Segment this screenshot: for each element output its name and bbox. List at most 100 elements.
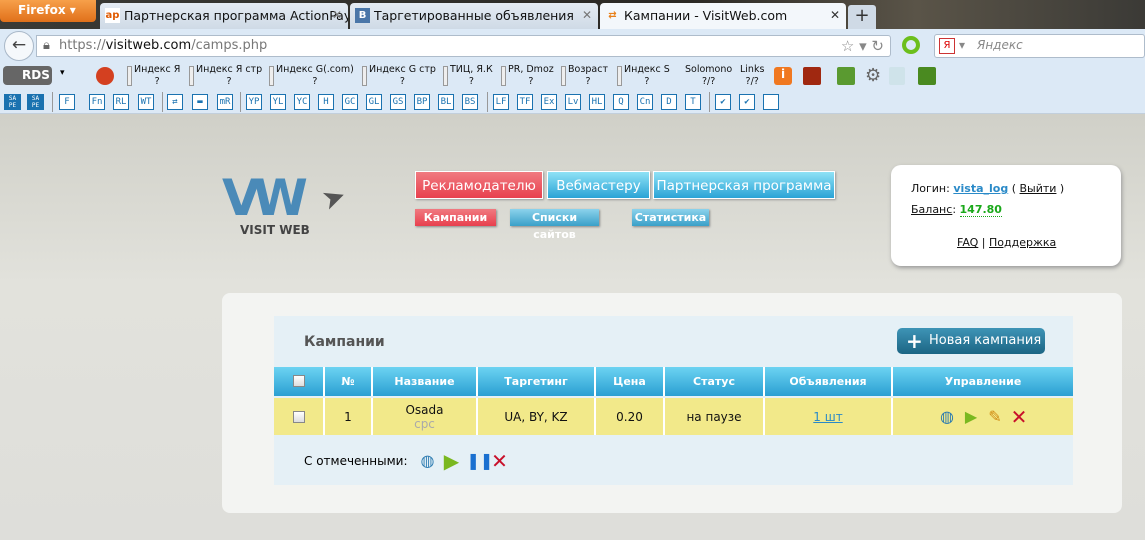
back-button[interactable]: ← [4, 31, 34, 61]
close-icon[interactable]: ✕ [830, 8, 840, 22]
logout-link[interactable]: Выйти [1020, 182, 1057, 195]
toolbar-button[interactable] [763, 94, 779, 110]
toolbar-button[interactable]: YP [246, 94, 262, 110]
toolbar-button[interactable]: RL [113, 94, 129, 110]
firefox-menu-button[interactable]: Firefox ▾ [0, 0, 96, 22]
nav-partner-program[interactable]: Партнерская программа [653, 171, 835, 199]
chevron-down-icon[interactable]: ▾ [959, 38, 965, 52]
subnav-statistics[interactable]: Статистика [632, 209, 709, 226]
toolbar-button[interactable]: BL [438, 94, 454, 110]
bookmark-star-reload-icons[interactable]: ☆ ▾ ↻ [841, 37, 884, 55]
ads-link[interactable]: 1 шт [813, 410, 842, 424]
column-header: № [325, 367, 373, 396]
toolbar-button[interactable]: WT [138, 94, 154, 110]
toolbar-button[interactable]: Ex [541, 94, 557, 110]
delete-x-icon[interactable]: ✕ [491, 451, 509, 471]
toolbar-button[interactable]: ▬ [192, 94, 208, 110]
seo-indicator[interactable]: PR, Dmoz? [501, 64, 554, 88]
indicator-value: ?/? [701, 76, 716, 87]
toolbar-button[interactable]: Lv [565, 94, 581, 110]
seo-indicator[interactable]: Links ?/? [740, 64, 764, 88]
addon-ring-icon[interactable] [902, 36, 920, 54]
toolbar-button[interactable]: SA PE [27, 94, 44, 110]
toolbar-button[interactable]: T [685, 94, 701, 110]
tab-targeted-ads[interactable]: B Таргетированные объявления ✕ [350, 3, 598, 29]
globe-car-icon[interactable]: ◍ [938, 407, 956, 426]
toolbar-button[interactable]: H [318, 94, 334, 110]
toolbar-button[interactable]: ⇄ [167, 94, 183, 110]
toolbar-button[interactable]: BP [414, 94, 430, 110]
edit-pencil-icon[interactable]: ✎ [986, 407, 1004, 426]
globe-car-icon[interactable]: ◍ [419, 452, 437, 470]
toolbar-button[interactable]: Q [613, 94, 629, 110]
select-all-checkbox[interactable] [292, 375, 305, 387]
gear-icon[interactable]: ⚙ [865, 65, 881, 86]
toolbar-button[interactable]: Fn [89, 94, 105, 110]
new-tab-button[interactable]: + [848, 5, 876, 29]
search-placeholder: Яндекс [977, 38, 1023, 52]
play-icon[interactable]: ▶ [962, 407, 980, 426]
seo-indicator[interactable]: Индекс G(.com)? [269, 64, 354, 88]
indicator-label: Индекс G стр [369, 64, 436, 75]
faq-link[interactable]: FAQ [957, 236, 978, 249]
delete-x-icon[interactable]: ✕ [1010, 407, 1028, 427]
row-checkbox[interactable] [292, 410, 305, 423]
toolbar-button[interactable]: mR [217, 94, 233, 110]
seo-indicator[interactable]: Индекс S? [617, 64, 670, 88]
toolbar-button[interactable]: ✔ [715, 94, 731, 110]
seo-indicator[interactable]: Индекс Я? [127, 64, 180, 88]
login-link[interactable]: vista_log [953, 182, 1008, 195]
toolbar-button[interactable]: LF [493, 94, 509, 110]
seo-indicator[interactable]: ТИЦ, Я.К? [443, 64, 493, 88]
toolbar-button[interactable]: TF [517, 94, 533, 110]
campaign-type: cpc [414, 416, 435, 431]
indicator-value: ? [468, 76, 474, 87]
toolbar-button[interactable]: BS [462, 94, 478, 110]
recycle-bin-icon[interactable] [889, 67, 905, 85]
search-input[interactable]: Я ▾ Яндекс [934, 34, 1145, 58]
toolbar-button[interactable]: YL [270, 94, 286, 110]
subnav-site-lists[interactable]: Списки сайтов [510, 209, 599, 241]
nav-webmaster[interactable]: Вебмастеру [547, 171, 650, 199]
seo-icon[interactable] [837, 67, 855, 85]
toolbar-button[interactable]: F [59, 94, 75, 110]
subnav-campaigns[interactable]: Кампании [415, 209, 496, 226]
seo-indicator[interactable]: Возраст? [561, 64, 608, 88]
support-link[interactable]: Поддержка [989, 236, 1056, 249]
puzzle-icon[interactable] [918, 67, 936, 85]
toolbar-button[interactable]: GL [366, 94, 382, 110]
rds-label: RDS [22, 68, 50, 82]
new-campaign-button[interactable]: + Новая кампания [897, 328, 1045, 354]
chart-icon[interactable] [803, 67, 821, 85]
header-select-all[interactable] [274, 367, 325, 396]
visitweb-logo[interactable]: VW ➤ VISIT WEB [222, 173, 350, 243]
toolbar-button[interactable]: GS [390, 94, 406, 110]
visitweb-favicon: ⇄ [608, 10, 617, 21]
url-bar[interactable]: 🔒︎ https://visitweb.com/camps.php ☆ ▾ ↻ [36, 35, 891, 57]
toolbar-button[interactable]: GC [342, 94, 358, 110]
record-icon[interactable] [96, 67, 114, 85]
pause-icon[interactable]: ❚❚ [467, 452, 494, 470]
seo-indicator[interactable]: Индекс Я стр? [189, 64, 262, 88]
seo-indicator[interactable]: Индекс G стр? [362, 64, 436, 88]
indicator-value: ? [226, 76, 232, 87]
close-icon[interactable]: ✕ [582, 8, 592, 22]
info-icon[interactable]: i [774, 67, 792, 85]
toolbar-button[interactable]: D [661, 94, 677, 110]
toolbar-button[interactable]: Cn [637, 94, 653, 110]
toolbar-button[interactable]: ✔ [739, 94, 755, 110]
tab-campaigns[interactable]: ⇄ Кампании - VisitWeb.com ✕ [600, 3, 846, 29]
indicator-value: ? [312, 76, 318, 87]
tab-actionpay[interactable]: ap Партнерская программа ActionPay.... ✕ [100, 3, 348, 29]
close-icon[interactable]: ✕ [332, 8, 342, 22]
toolbar-button[interactable]: SA PE [4, 94, 21, 110]
toolbar-button[interactable]: YC [294, 94, 310, 110]
toolbar-button[interactable]: HL [589, 94, 605, 110]
chevron-down-icon[interactable]: ▾ [60, 68, 65, 78]
balance-link[interactable]: Баланс [911, 203, 952, 216]
seo-indicator[interactable]: Solomono ?/? [685, 64, 732, 88]
play-icon[interactable]: ▶ [443, 451, 461, 471]
nav-advertiser[interactable]: Рекламодателю [415, 171, 543, 199]
rds-button[interactable]: RDS [3, 66, 52, 85]
url-prefix: https:// [59, 38, 106, 53]
